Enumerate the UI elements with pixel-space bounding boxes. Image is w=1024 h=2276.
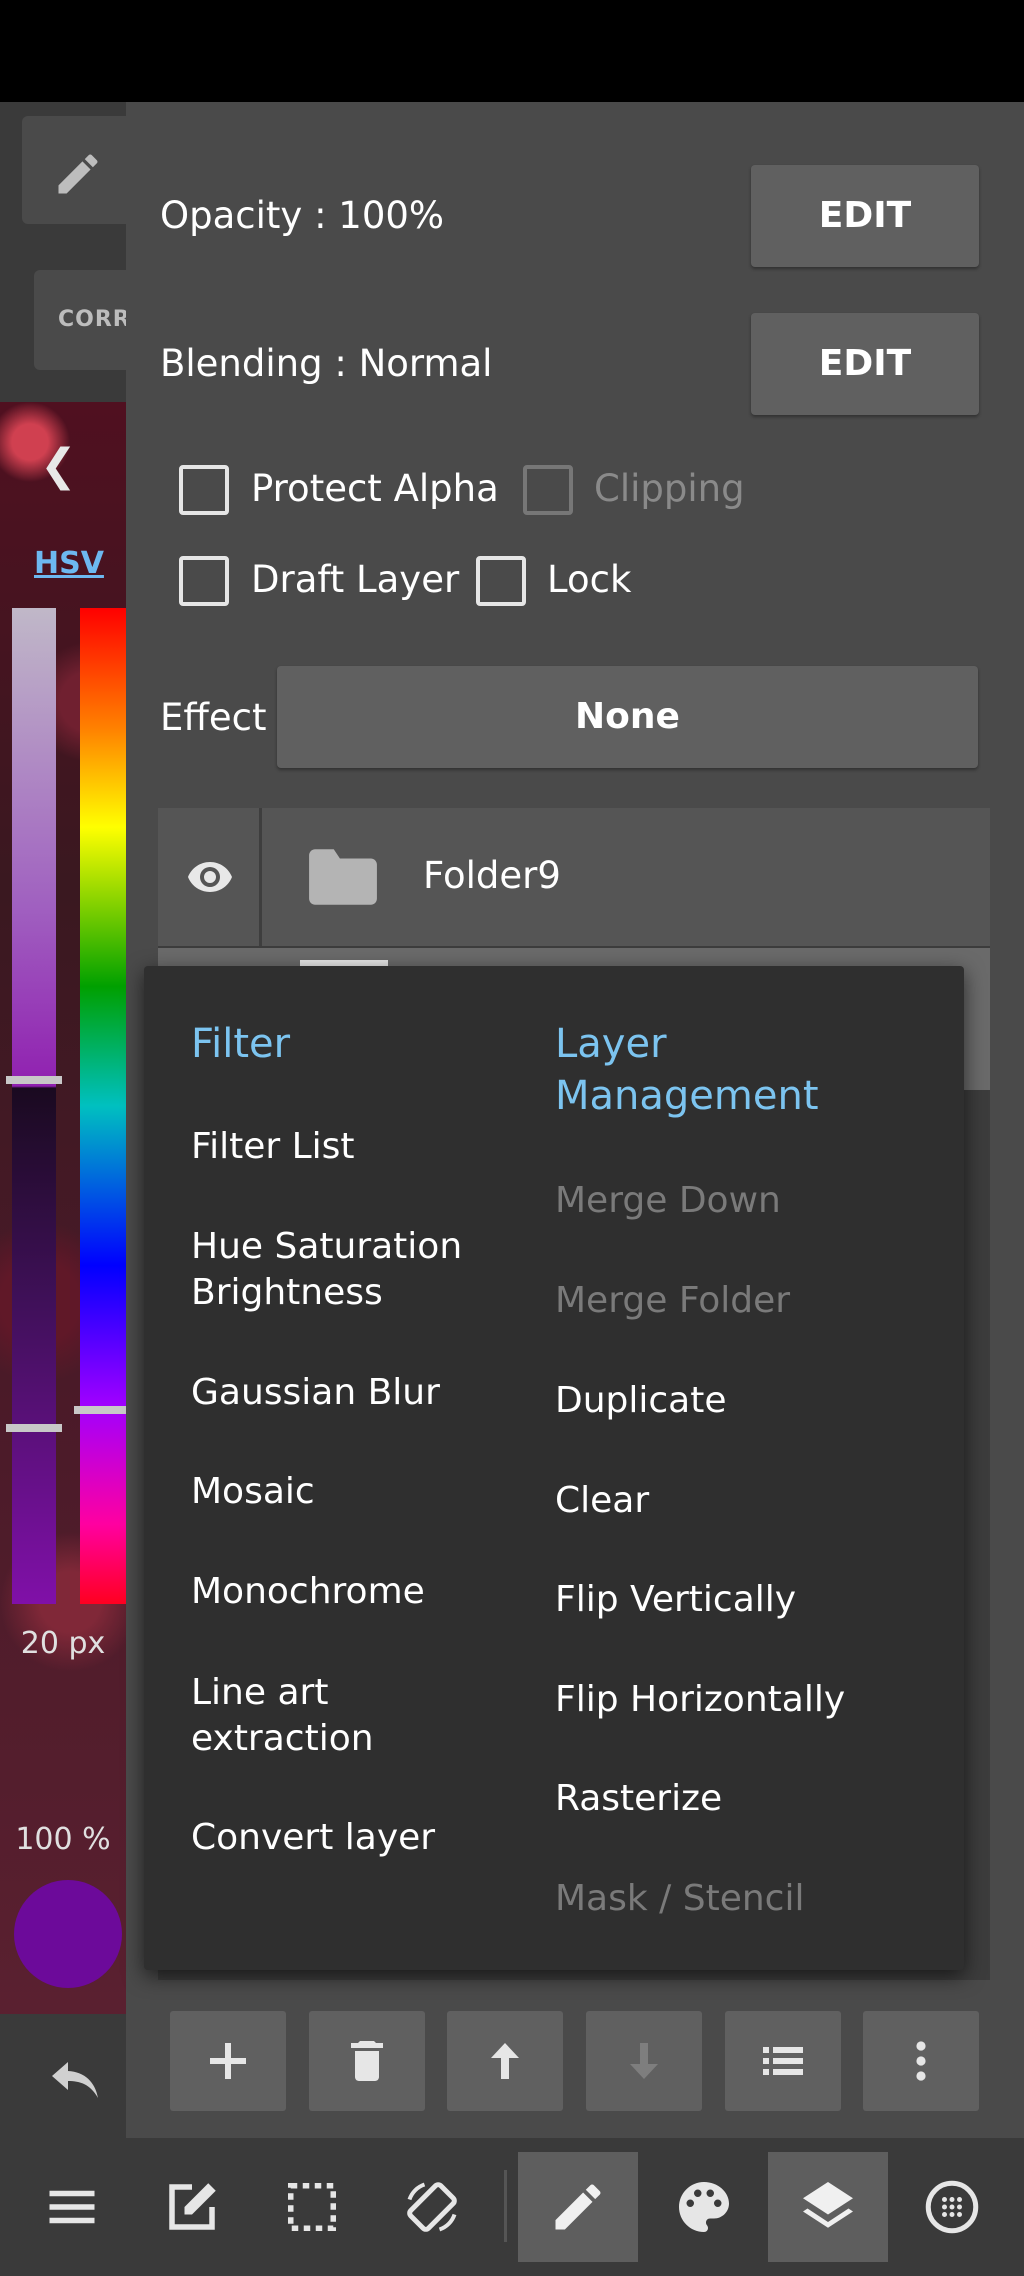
- layer-row[interactable]: [158, 808, 990, 946]
- layers-tab[interactable]: [768, 2152, 888, 2262]
- edit-icon: [169, 2183, 216, 2230]
- list-icon: [763, 2047, 803, 2075]
- menu-item-merge-folder: Merge Folder: [555, 1280, 791, 1321]
- color-mode-toggle[interactable]: HSV: [34, 546, 104, 581]
- lock-checkbox[interactable]: [476, 556, 526, 606]
- eye-icon: [188, 862, 232, 892]
- layer-management-heading: Layer Management: [555, 1021, 819, 1119]
- opacity-edit-button[interactable]: EDIT: [751, 165, 979, 267]
- menu-item-convert-layer[interactable]: Convert layer: [191, 1815, 521, 1861]
- trash-icon: [351, 2041, 383, 2081]
- hue-slider-handle[interactable]: [74, 1406, 126, 1414]
- chevron-left-icon[interactable]: ❮: [40, 440, 77, 491]
- filter-heading: Filter: [191, 1021, 291, 1067]
- rotate-canvas-button[interactable]: [372, 2152, 492, 2262]
- status-bar: [0, 0, 1024, 102]
- edit-button[interactable]: [132, 2152, 252, 2262]
- menu-item-hue-saturation-brightness[interactable]: Hue Saturation Brightness: [191, 1224, 491, 1316]
- menu-item-mask-stencil: Mask / Stencil: [555, 1878, 805, 1919]
- menu-icon: [49, 2190, 95, 2224]
- draft-layer-checkbox[interactable]: [179, 556, 229, 606]
- add-layer-button[interactable]: [170, 2011, 286, 2111]
- arrow-down-icon: [630, 2043, 658, 2079]
- effect-select-button[interactable]: None: [277, 666, 978, 768]
- saturation-slider[interactable]: [12, 608, 56, 1604]
- menu-item-gaussian-blur[interactable]: Gaussian Blur: [191, 1370, 521, 1416]
- selection-button[interactable]: [252, 2152, 372, 2262]
- move-layer-down-button: [586, 2011, 702, 2111]
- protect-alpha-checkbox[interactable]: [179, 465, 229, 515]
- layers-icon: [803, 2182, 853, 2228]
- brush-size-value: 20 px: [20, 1626, 106, 1661]
- layer-name: Folder9: [423, 854, 561, 897]
- pen-icon: [58, 154, 98, 194]
- current-color-swatch[interactable]: [14, 1880, 122, 1988]
- value-slider-handle[interactable]: [6, 1424, 62, 1432]
- draft-layer-label[interactable]: Draft Layer: [251, 558, 459, 601]
- nav-divider: [504, 2170, 507, 2242]
- main-menu-button[interactable]: [12, 2152, 132, 2262]
- grid-settings-button[interactable]: [892, 2152, 1012, 2262]
- pen-tool-button[interactable]: [22, 116, 126, 224]
- rotate-icon: [407, 2182, 457, 2232]
- saturation-slider-handle[interactable]: [6, 1076, 62, 1084]
- color-palette-tab[interactable]: [644, 2152, 764, 2262]
- blending-edit-button[interactable]: EDIT: [751, 313, 979, 415]
- menu-item-duplicate[interactable]: Duplicate: [555, 1378, 885, 1424]
- layer-list-button[interactable]: [725, 2011, 841, 2111]
- arrow-up-icon: [491, 2043, 519, 2079]
- undo-button[interactable]: [0, 2014, 126, 2138]
- palette-icon: [679, 2182, 729, 2232]
- layer-visibility-toggle[interactable]: [158, 808, 262, 946]
- blending-label: Blending : Normal: [160, 342, 493, 385]
- opacity-label: Opacity : 100%: [160, 194, 445, 237]
- menu-item-filter-list[interactable]: Filter List: [191, 1124, 521, 1170]
- selection-icon: [288, 2183, 336, 2231]
- clipping-checkbox: [523, 465, 573, 515]
- lock-label[interactable]: Lock: [547, 558, 631, 601]
- add-icon: [210, 2043, 246, 2079]
- effect-label: Effect: [160, 696, 267, 739]
- menu-item-flip-horizontally[interactable]: Flip Horizontally: [555, 1677, 885, 1723]
- undo-icon: [52, 2062, 98, 2098]
- menu-item-line-art-extraction[interactable]: Line art extraction: [191, 1670, 441, 1762]
- more-options-button[interactable]: [863, 2011, 979, 2111]
- menu-item-flip-vertically[interactable]: Flip Vertically: [555, 1577, 885, 1623]
- clipping-label: Clipping: [594, 467, 745, 510]
- pen-tool-tab[interactable]: [518, 2152, 638, 2262]
- menu-item-mosaic[interactable]: Mosaic: [191, 1469, 521, 1515]
- menu-item-clear[interactable]: Clear: [555, 1478, 885, 1524]
- folder-icon: [306, 846, 380, 912]
- menu-item-merge-down: Merge Down: [555, 1180, 781, 1221]
- grid-icon: [925, 2180, 979, 2234]
- move-layer-up-button[interactable]: [447, 2011, 563, 2111]
- delete-layer-button[interactable]: [309, 2011, 425, 2111]
- brush-opacity-value: 100 %: [15, 1822, 111, 1857]
- hue-slider[interactable]: [80, 608, 126, 1604]
- correction-button[interactable]: CORR: [34, 270, 130, 370]
- pen-icon: [555, 2184, 601, 2230]
- menu-item-rasterize[interactable]: Rasterize: [555, 1776, 885, 1822]
- menu-item-monochrome[interactable]: Monochrome: [191, 1569, 521, 1615]
- protect-alpha-label[interactable]: Protect Alpha: [251, 467, 499, 510]
- more-vertical-icon: [916, 2041, 926, 2081]
